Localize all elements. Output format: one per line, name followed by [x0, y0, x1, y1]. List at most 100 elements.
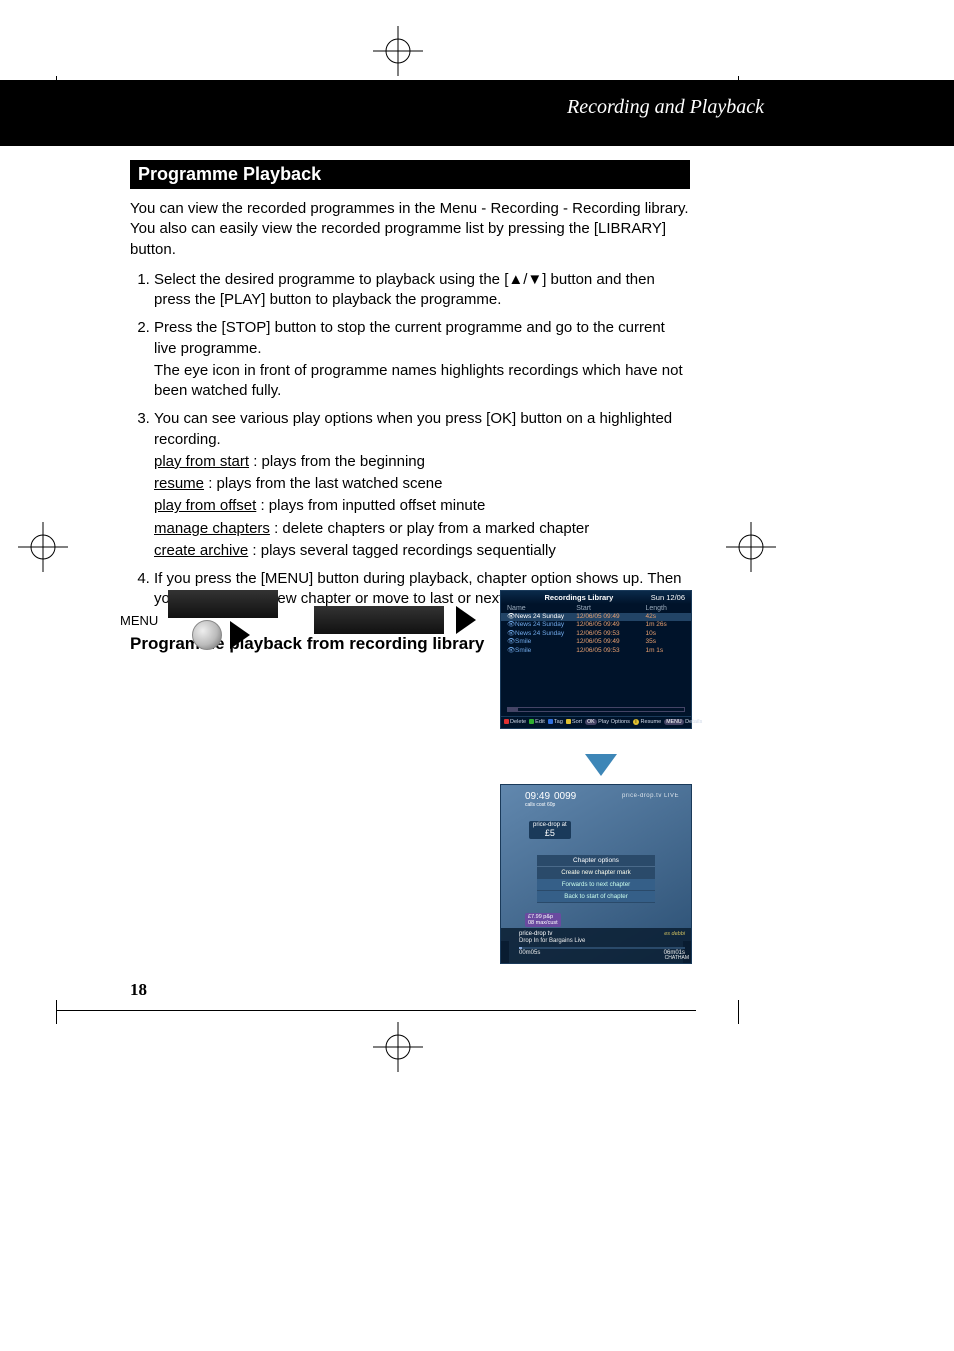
registration-mark-right: [726, 522, 776, 572]
intro-text: You can view the recorded programmes in …: [130, 199, 690, 260]
table-row[interactable]: 👁 Smile 12/06/05 09:49 35s: [501, 638, 691, 646]
side-text-right-2: CHATHAM: [665, 955, 689, 962]
chapter-menu-item[interactable]: Create new chapter mark: [537, 867, 655, 879]
table-header: Name Start Length: [501, 604, 691, 613]
ok-key-icon: OK: [585, 719, 597, 725]
cell-name: News 24 Sunday: [515, 630, 576, 638]
cell-length: 1m 26s: [645, 621, 685, 629]
panel-footer: Delete Edit Tag Sort OK Play Options i R…: [501, 716, 691, 728]
step-1: Select the desired programme to playback…: [154, 270, 690, 311]
registration-mark-bottom: [373, 1022, 423, 1072]
recordings-library-panel: Recordings Library Sun 12/06 Name Start …: [500, 590, 692, 729]
progress-bar: [519, 947, 685, 949]
panel-title: Recordings Library: [507, 593, 651, 602]
clock-time: 09:49: [525, 791, 550, 802]
arrow-right-icon: [230, 621, 250, 649]
cell-name: News 24 Sunday: [515, 613, 576, 621]
foot-edit: Edit: [535, 719, 545, 725]
registration-mark-left: [18, 522, 68, 572]
info-key-icon: i: [633, 719, 639, 725]
channel-brand: price-drop.tv LIVE: [622, 793, 679, 799]
menu-button-icon: [192, 620, 222, 650]
col-name: Name: [507, 605, 576, 612]
foot-details: Details: [685, 719, 702, 725]
arrow-right-icon: [456, 606, 476, 634]
opt-key: play from start: [154, 453, 249, 470]
col-start: Start: [576, 605, 645, 612]
foot-play: Play Options: [598, 719, 630, 725]
opt-val: : delete chapters or play from a marked …: [270, 520, 589, 537]
opt-key: resume: [154, 475, 204, 492]
position-time: 00m05s: [519, 950, 540, 958]
cell-start: 12/06/05 09:49: [576, 638, 645, 646]
cell-start: 12/06/05 09:53: [576, 630, 645, 638]
opt-key: create archive: [154, 542, 248, 559]
screenshot-stub-2: [314, 606, 444, 634]
step-note: The eye icon in front of programme names…: [154, 361, 690, 402]
table-row[interactable]: 👁 News 24 Sunday 12/06/05 09:49 42s: [501, 613, 691, 621]
page-number: 18: [130, 980, 147, 1000]
foot-sort: Sort: [572, 719, 582, 725]
chapter-menu-item[interactable]: Back to start of chapter: [537, 891, 655, 903]
table-row[interactable]: 👁 News 24 Sunday 12/06/05 09:53 10s: [501, 630, 691, 638]
foot-tag: Tag: [554, 719, 563, 725]
step-3: You can see various play options when yo…: [154, 409, 690, 561]
red-key-icon: [504, 719, 509, 724]
cell-name: Smile: [515, 647, 576, 655]
chapter-top-info: 09:49 0099 calls cost 60p: [525, 791, 576, 808]
crop-line-bottom: [56, 1010, 696, 1011]
programme-name: Drop In for Bargains Live: [519, 938, 685, 946]
header-title: Recording and Playback: [567, 96, 764, 119]
cell-start: 12/06/05 09:49: [576, 621, 645, 629]
col-length: Length: [645, 605, 685, 612]
table-row[interactable]: 👁 News 24 Sunday 12/06/05 09:49 1m 26s: [501, 621, 691, 629]
opt-key: manage chapters: [154, 520, 270, 537]
arrow-down-icon: [585, 754, 617, 776]
steps-list: Select the desired programme to playback…: [130, 270, 690, 610]
cell-name: News 24 Sunday: [515, 621, 576, 629]
crop-tick-br: [738, 1000, 739, 1024]
eye-icon: 👁: [507, 647, 515, 655]
cell-length: 42s: [645, 613, 685, 621]
cell-start: 12/06/05 09:49: [576, 613, 645, 621]
cell-length: 35s: [645, 638, 685, 646]
cell-name: Smile: [515, 638, 576, 646]
chapter-menu-header: Chapter options: [537, 855, 655, 867]
section-title-bar: Programme Playback: [130, 160, 690, 189]
opt-val: : plays from the last watched scene: [204, 475, 442, 492]
playback-info-bar: price-drop tv es debbi Drop In for Barga…: [501, 928, 691, 963]
flow-diagram: MENU: [120, 590, 480, 650]
step-text: Press the [STOP] button to stop the curr…: [154, 319, 665, 356]
crop-tick-bl: [56, 1000, 57, 1024]
cell-start: 12/06/05 09:53: [576, 647, 645, 655]
scroll-indicator: [507, 707, 685, 712]
price-tag: price-drop at £5: [529, 821, 571, 839]
step-text: You can see various play options when yo…: [154, 410, 672, 447]
menu-key-icon: MENU: [664, 719, 683, 725]
call-cost: calls cost 60p: [525, 802, 576, 808]
opt-val: : plays from inputted offset minute: [256, 497, 485, 514]
opt-key: play from offset: [154, 497, 256, 514]
shipping-badge: £7.99 p&p 08 max/cust: [525, 913, 561, 927]
foot-delete: Delete: [510, 719, 526, 725]
price-tag-value: £5: [533, 829, 567, 839]
chapter-menu-item[interactable]: Forwards to next chapter: [537, 879, 655, 891]
cell-length: 10s: [645, 630, 685, 638]
opt-val: : plays several tagged recordings sequen…: [248, 542, 556, 559]
cell-length: 1m 1s: [645, 647, 685, 655]
table-row[interactable]: 👁 Smile 12/06/05 09:53 1m 1s: [501, 647, 691, 655]
call-number: 0099: [554, 791, 576, 802]
blue-key-icon: [548, 719, 553, 724]
green-key-icon: [529, 719, 534, 724]
eye-icon: 👁: [507, 621, 515, 629]
step-text: Select the desired programme to playback…: [154, 271, 655, 308]
shipping-limit: 08 max/cust: [528, 920, 558, 926]
side-text-right: es debbi: [664, 931, 685, 939]
screenshot-stub-1: [168, 590, 278, 618]
yellow-key-icon: [566, 719, 571, 724]
header-band: [0, 80, 954, 146]
eye-icon: 👁: [507, 638, 515, 646]
panel-date: Sun 12/06: [651, 593, 685, 602]
channel-name: price-drop tv: [519, 931, 552, 939]
step-2: Press the [STOP] button to stop the curr…: [154, 318, 690, 401]
